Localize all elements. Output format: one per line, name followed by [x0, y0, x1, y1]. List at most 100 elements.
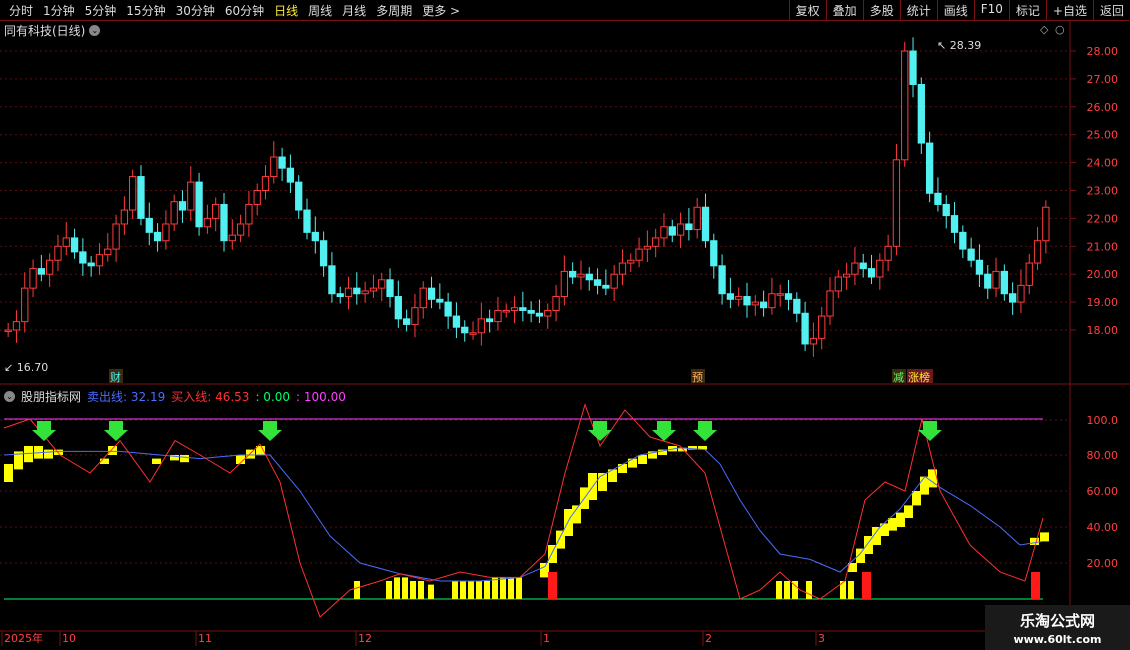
- candle-body: [70, 237, 79, 253]
- candle-body: [1008, 293, 1017, 303]
- signal-bar: [888, 518, 897, 531]
- low-signal-bar: [508, 577, 514, 599]
- diamond-icon: ◇: [1040, 23, 1049, 36]
- signal-bar: [108, 446, 117, 455]
- candle-body: [834, 276, 842, 292]
- candle-body: [934, 192, 942, 205]
- candle-body: [510, 307, 519, 311]
- signal-bar: [904, 505, 913, 518]
- candle-body: [54, 245, 62, 261]
- candle-body: [1017, 284, 1025, 303]
- time-axis-label: 2025年: [4, 631, 43, 645]
- candle-body: [768, 293, 776, 309]
- candle-body: [104, 248, 112, 256]
- low-signal-bar: [492, 577, 498, 599]
- signal-bar: [564, 509, 573, 536]
- price-tick-label: 18.00: [1087, 324, 1119, 337]
- stock-chart[interactable]: 28.00 27.00 26.00 25.00 24.00 23.00 22.00 21.00…: [0, 0, 1130, 650]
- candle-body: [959, 231, 967, 250]
- candle-body: [129, 176, 137, 211]
- candle-body: [701, 206, 710, 242]
- candle-body: [627, 259, 635, 264]
- low-signal-bar: [484, 581, 490, 599]
- watermark-title: 乐淘公式网: [1019, 612, 1095, 630]
- candle-body: [735, 296, 743, 300]
- candle-body: [461, 326, 469, 334]
- low-signal-bar: [806, 581, 812, 599]
- low-signal-bar: [410, 581, 416, 599]
- candle-body: [693, 206, 701, 231]
- low-signal-bar: [784, 581, 790, 599]
- candle-body: [95, 254, 104, 267]
- candle-body: [685, 223, 693, 231]
- candle-body: [212, 203, 220, 219]
- signal-bar: [912, 491, 921, 506]
- candle-body: [444, 301, 452, 317]
- event-tag-label: 减: [893, 371, 904, 384]
- candle-body: [784, 293, 793, 300]
- candle-body: [162, 223, 170, 242]
- candle-body: [577, 273, 585, 278]
- candle-body: [569, 270, 577, 278]
- candle-body: [967, 248, 975, 261]
- candle-body: [676, 223, 685, 236]
- candle-body: [228, 234, 236, 242]
- candle-body: [261, 176, 270, 192]
- watermark-url: www.60lt.com: [1013, 633, 1102, 646]
- indicator-tick-label: 40.00: [1087, 521, 1119, 534]
- candle-body: [925, 142, 934, 194]
- candle-body: [652, 237, 660, 247]
- red-signal-bar: [862, 572, 871, 599]
- signal-bar: [548, 545, 557, 563]
- candle-body: [801, 312, 809, 345]
- indicator-tick-label: 20.00: [1087, 557, 1119, 570]
- candle-body: [1033, 240, 1042, 264]
- candle-body: [37, 268, 46, 275]
- candle-body: [485, 318, 494, 323]
- high-price-label: ↖ 28.39: [937, 39, 981, 52]
- low-signal-bar: [468, 581, 474, 599]
- candle-body: [535, 312, 544, 317]
- candle-body: [137, 176, 145, 219]
- candle-body: [344, 287, 353, 298]
- low-signal-bar: [394, 577, 400, 599]
- candle-body: [12, 321, 21, 331]
- event-tag-label: 财: [110, 370, 121, 384]
- price-tick-label: 26.00: [1087, 101, 1119, 114]
- candle-body: [917, 83, 925, 144]
- candle-body: [253, 190, 261, 205]
- candle-body: [502, 309, 510, 313]
- candle-body: [884, 245, 892, 261]
- candle-body: [79, 251, 87, 264]
- signal-bar: [152, 458, 161, 464]
- candle-body: [809, 337, 818, 345]
- candle-body: [552, 296, 560, 311]
- low-signal-bar: [776, 581, 782, 599]
- candle-body: [718, 265, 726, 295]
- red-signal-bar: [548, 572, 557, 599]
- candle-body: [942, 203, 950, 217]
- signal-bar: [1030, 537, 1039, 545]
- candle-body: [585, 273, 593, 281]
- buy-line: [3, 402, 1044, 618]
- candle-body: [220, 203, 228, 242]
- candle-body: [751, 301, 759, 306]
- candle-body: [859, 262, 867, 270]
- time-axis-label: 10: [62, 632, 76, 645]
- candle-body: [427, 287, 436, 300]
- candle-body: [328, 265, 336, 295]
- candle-body: [950, 215, 959, 233]
- low-signal-bar: [516, 577, 522, 599]
- indicator-tick-label: 60.00: [1087, 485, 1119, 498]
- candle-body: [477, 318, 485, 334]
- candle-body: [46, 259, 54, 275]
- sell-signal-arrow-icon: [693, 421, 717, 441]
- candle-body: [145, 217, 153, 233]
- low-signal-bar: [476, 581, 482, 599]
- signal-bar: [54, 449, 63, 455]
- candle-body: [710, 240, 718, 267]
- candle-body: [394, 296, 402, 320]
- candle-body: [909, 50, 917, 85]
- price-tick-label: 19.00: [1087, 296, 1119, 309]
- sell-signal-arrow-icon: [258, 421, 282, 441]
